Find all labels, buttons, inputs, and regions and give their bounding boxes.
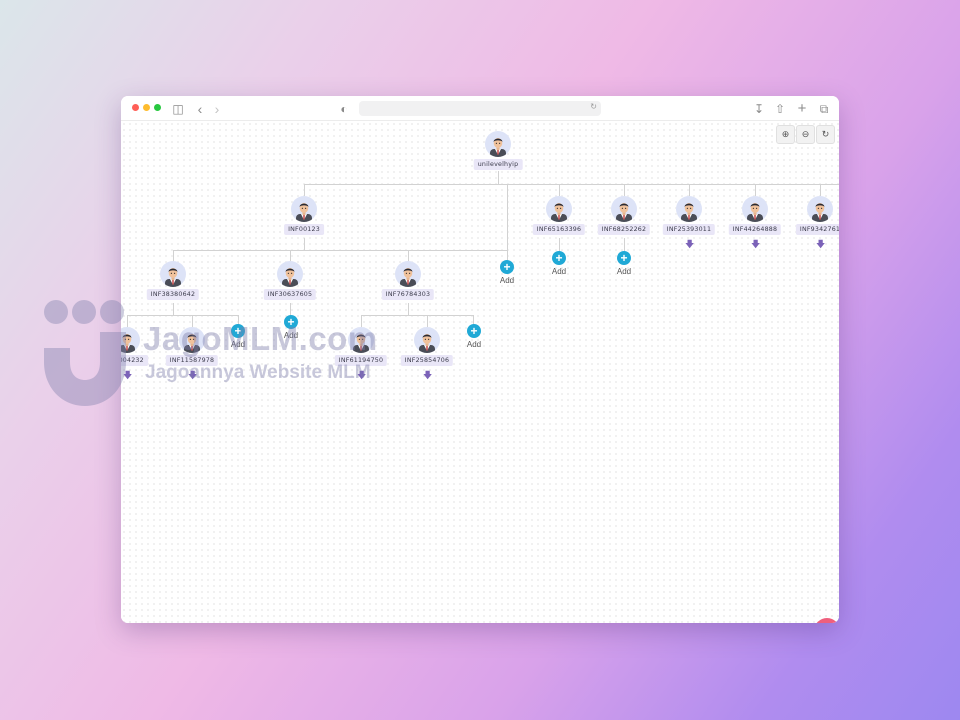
new-tab-icon[interactable]: +: [795, 101, 809, 116]
connector-line: [624, 184, 625, 196]
add-member-button[interactable]: + Add: [467, 324, 481, 349]
plus-icon: +: [617, 251, 631, 265]
tree-node-root[interactable]: unilevelhyip: [473, 131, 523, 170]
reset-zoom-button[interactable]: ↻: [816, 125, 835, 144]
connector-line: [507, 184, 508, 260]
add-label: Add: [499, 276, 515, 285]
tree-node[interactable]: INF25393011 🡇: [662, 196, 716, 249]
address-bar[interactable]: ↻: [359, 101, 601, 116]
tree-node[interactable]: 56004232 🡇: [121, 327, 148, 380]
add-member-button[interactable]: + Add: [617, 251, 631, 276]
businessman-icon: [419, 334, 435, 353]
download-icon[interactable]: ↧: [752, 102, 766, 116]
add-member-button[interactable]: + Add: [552, 251, 566, 276]
avatar: [395, 261, 421, 287]
avatar: [676, 196, 702, 222]
node-label: INF44264888: [728, 224, 782, 235]
forward-icon[interactable]: ›: [210, 102, 224, 116]
node-label: INF65163396: [532, 224, 586, 235]
add-label: Add: [551, 267, 567, 276]
businessman-icon: [551, 203, 567, 222]
avatar: [414, 327, 440, 353]
tree-node[interactable]: INF44264888 🡇: [728, 196, 782, 249]
businessman-icon: [681, 203, 697, 222]
browser-window: ◫ ‹ › ◐ ↻ ↧ ⇧ + ⧉ ⊕ ⊖ ↻ unilevelhyip INF…: [121, 96, 839, 623]
connector-line: [820, 184, 821, 196]
sidebar-icon[interactable]: ◫: [171, 102, 185, 116]
connector-line: [559, 184, 560, 196]
expand-arrow-icon[interactable]: 🡇: [423, 371, 432, 380]
connector-line: [755, 184, 756, 196]
avatar: [277, 261, 303, 287]
watermark-logo-icon: [44, 300, 126, 406]
businessman-icon: [400, 268, 416, 287]
zoom-out-button[interactable]: ⊖: [796, 125, 815, 144]
tree-node[interactable]: INF76784303: [381, 261, 435, 300]
floating-action-button[interactable]: [814, 618, 839, 623]
connector-line: [127, 315, 239, 316]
watermark-title: JagoMLM.com: [143, 320, 378, 357]
minimize-window-button[interactable]: [143, 104, 150, 111]
businessman-icon: [747, 203, 763, 222]
connector-line: [498, 171, 499, 185]
businessman-icon: [282, 268, 298, 287]
businessman-icon: [165, 268, 181, 287]
node-label: unilevelhyip: [473, 159, 523, 170]
node-label: INF76784303: [381, 289, 435, 300]
connector-line: [304, 184, 305, 196]
avatar: [485, 131, 511, 157]
reload-icon[interactable]: ↻: [590, 102, 597, 111]
maximize-window-button[interactable]: [154, 104, 161, 111]
browser-toolbar: ◫ ‹ › ◐ ↻ ↧ ⇧ + ⧉: [121, 96, 839, 121]
tree-node[interactable]: INF25854706 🡇: [400, 327, 454, 380]
connector-line: [427, 315, 428, 327]
node-label: INF9342761: [795, 224, 839, 235]
node-label: INF25393011: [662, 224, 716, 235]
expand-arrow-icon[interactable]: 🡇: [685, 240, 694, 249]
avatar: [611, 196, 637, 222]
avatar: [742, 196, 768, 222]
plus-icon: +: [500, 260, 514, 274]
node-label: INF38380642: [146, 289, 200, 300]
tree-node[interactable]: INF68252262: [597, 196, 651, 235]
zoom-in-button[interactable]: ⊕: [776, 125, 795, 144]
shield-icon[interactable]: ◐: [337, 102, 351, 116]
node-label: INF30637605: [263, 289, 317, 300]
businessman-icon: [296, 203, 312, 222]
connector-line: [173, 250, 508, 251]
avatar: [546, 196, 572, 222]
add-label: Add: [466, 340, 482, 349]
add-member-button[interactable]: + Add: [500, 260, 514, 285]
tree-node[interactable]: INF30637605: [263, 261, 317, 300]
connector-line: [689, 184, 690, 196]
plus-icon: +: [467, 324, 481, 338]
businessman-icon: [812, 203, 828, 222]
businessman-icon: [616, 203, 632, 222]
expand-arrow-icon[interactable]: 🡇: [816, 240, 825, 249]
businessman-icon: [490, 138, 506, 157]
tree-node[interactable]: INF38380642: [146, 261, 200, 300]
connector-line: [127, 315, 128, 327]
add-member-button[interactable]: + Add: [284, 315, 298, 340]
add-label: Add: [616, 267, 632, 276]
avatar: [160, 261, 186, 287]
tabs-overview-icon[interactable]: ⧉: [817, 102, 831, 116]
plus-icon: +: [552, 251, 566, 265]
expand-arrow-icon[interactable]: 🡇: [751, 240, 760, 249]
tree-node[interactable]: INF9342761 🡇: [795, 196, 839, 249]
connector-line: [304, 184, 839, 185]
avatar: [291, 196, 317, 222]
tree-node[interactable]: INF65163396: [532, 196, 586, 235]
node-label: INF00123: [284, 224, 324, 235]
close-window-button[interactable]: [132, 104, 139, 111]
back-icon[interactable]: ‹: [193, 102, 207, 116]
share-icon[interactable]: ⇧: [773, 102, 787, 116]
connector-line: [361, 315, 474, 316]
avatar: [807, 196, 833, 222]
tree-node[interactable]: INF00123: [284, 196, 324, 235]
node-label: INF25854706: [400, 355, 454, 366]
node-label: INF68252262: [597, 224, 651, 235]
watermark-subtitle: Jagoannya Website MLM: [145, 362, 371, 383]
